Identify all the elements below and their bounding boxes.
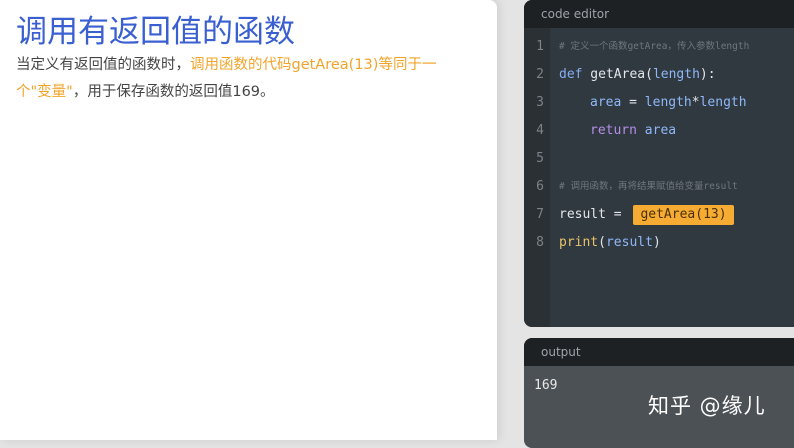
var-result: result [605,235,653,250]
highlighted-call: getArea(13) [633,205,734,225]
line-number: 3 [536,95,544,110]
operator: = [605,207,630,222]
code-editor-panel[interactable]: code editor 1 # 定义一个函数getArea，传入参数length… [524,0,794,327]
param-name: length [652,67,700,82]
var-area: area [636,123,677,138]
code-line-6: 6 # 调用函数，再将结果赋值给变量result [524,173,794,201]
line-number: 7 [536,207,544,222]
function-name: getArea( [582,67,653,82]
output-text: 169 [534,378,558,393]
builtin-print: print [559,235,599,250]
keyword-return: return [590,123,637,138]
code-line-8: 8 print(result) [524,229,794,257]
watermark: 知乎 @缘儿 [648,394,766,418]
var-length: length [644,95,692,110]
line-number: 6 [536,179,544,194]
code-editor-header: code editor [524,0,794,28]
lesson-panel: 调用有返回值的函数 当定义有返回值的函数时，调用函数的代码getArea(13)… [0,0,497,440]
code-punct: ( [598,235,606,250]
var-area: area [590,95,622,110]
lesson-title: 调用有返回值的函数 [16,14,295,50]
code-comment: # 定义一个函数getArea，传入参数length [559,41,750,52]
code-line-1: 1 # 定义一个函数getArea，传入参数length [524,33,794,61]
code-line-2: 2 def getArea(length): [524,61,794,89]
code-line-7: 7 result = getArea(13) [524,201,794,229]
var-length: length [699,95,747,110]
line-number: 1 [536,39,544,54]
code-content: result = getArea(13) [559,201,734,229]
output-header: output [524,338,794,366]
code-comment: # 调用函数，再将结果赋值给变量result [559,181,738,192]
operator: = [621,95,645,110]
line-number: 5 [536,151,544,166]
code-punct: ) [652,235,661,250]
code-line-4: 4 return area [524,117,794,145]
code-content: area = length*length [590,89,747,117]
code-area[interactable]: 1 # 定义一个函数getArea，传入参数length 2 def getAr… [524,28,794,327]
line-number: 4 [536,123,544,138]
code-line-5: 5 [524,145,794,173]
description-text-end: ，用于保存函数的返回值169。 [72,84,275,100]
line-number: 2 [536,67,544,82]
var-result: result [559,207,606,222]
code-content: return area [590,117,676,145]
description-text: 当定义有返回值的函数时， [16,57,190,73]
keyword-def: def [559,67,583,82]
line-number: 8 [536,235,544,250]
operator: * [691,95,700,110]
code-content: print(result) [559,229,661,257]
code-line-3: 3 area = length*length [524,89,794,117]
lesson-description: 当定义有返回值的函数时，调用函数的代码getArea(13)等同于一个"变量"，… [16,52,466,106]
code-content: def getArea(length): [559,61,716,89]
code-punct: ): [699,67,716,82]
